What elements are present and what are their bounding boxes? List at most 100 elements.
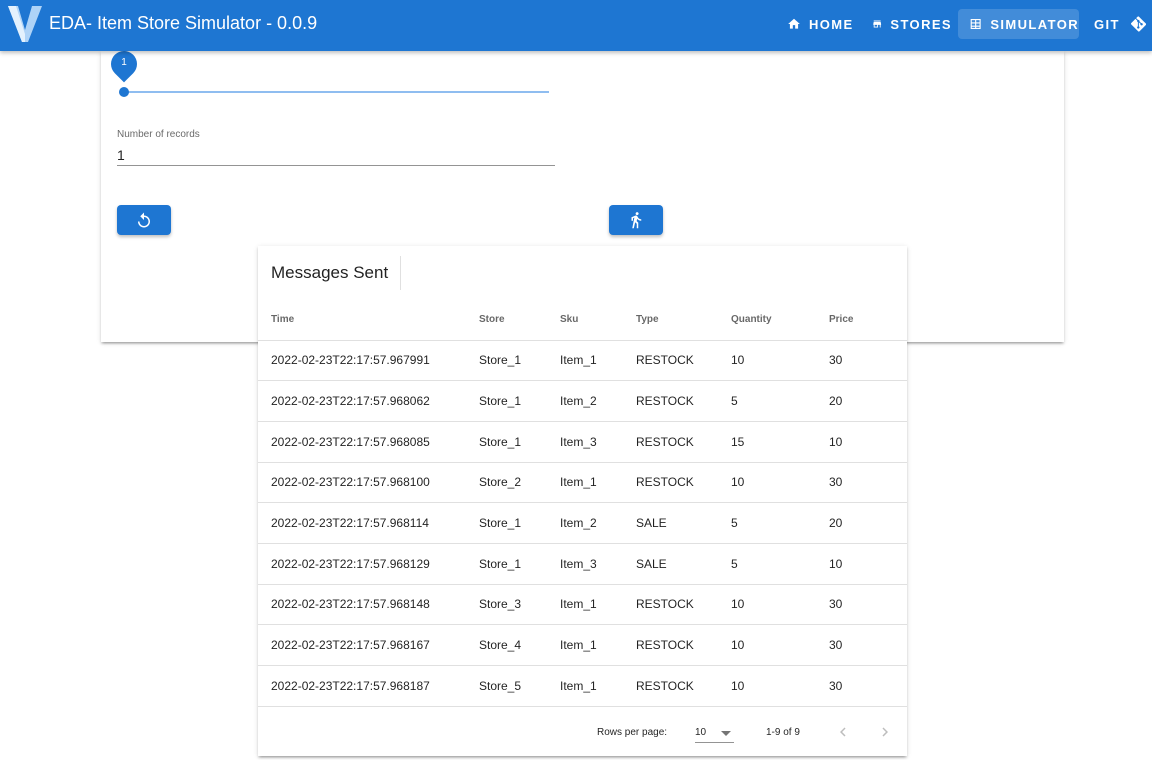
- cell-sku: Item_1: [560, 624, 636, 666]
- rows-per-page-value: 10: [695, 727, 707, 738]
- column-header-price[interactable]: Price: [829, 299, 907, 341]
- cell-sku: Item_1: [560, 665, 636, 707]
- nav-home-button[interactable]: HOME: [779, 9, 855, 39]
- records-slider-thumb[interactable]: [119, 87, 129, 97]
- cell-price: 20: [829, 380, 907, 422]
- run-simulation-button[interactable]: [609, 205, 663, 235]
- table-row[interactable]: 2022-02-23T22:17:57.968062 Store_1 Item_…: [258, 380, 907, 422]
- reset-button[interactable]: [117, 205, 171, 235]
- table-row[interactable]: 2022-02-23T22:17:57.968187 Store_5 Item_…: [258, 665, 907, 707]
- cell-store: Store_1: [479, 502, 560, 544]
- messages-table-card: Messages Sent Time Store Sku Type Quanti…: [258, 246, 907, 756]
- table-row[interactable]: 2022-02-23T22:17:57.968148 Store_3 Item_…: [258, 584, 907, 626]
- cell-quantity: 5: [731, 502, 829, 544]
- column-header-quantity[interactable]: Quantity: [731, 299, 829, 341]
- cell-time: 2022-02-23T22:17:57.968148: [258, 584, 479, 626]
- cell-sku: Item_1: [560, 340, 636, 382]
- nav-simulator-button[interactable]: SIMULATOR: [958, 9, 1079, 39]
- next-page-button[interactable]: [876, 723, 894, 741]
- cell-type: RESTOCK: [636, 584, 731, 626]
- cell-price: 20: [829, 502, 907, 544]
- cell-store: Store_1: [479, 380, 560, 422]
- column-header-time[interactable]: Time: [258, 299, 479, 341]
- cell-time: 2022-02-23T22:17:57.968062: [258, 380, 479, 422]
- cell-store: Store_4: [479, 624, 560, 666]
- cell-time: 2022-02-23T22:17:57.968129: [258, 543, 479, 585]
- records-input[interactable]: [117, 144, 555, 166]
- cell-sku: Item_3: [560, 421, 636, 463]
- cell-quantity: 5: [731, 543, 829, 585]
- app-title: EDA- Item Store Simulator - 0.0.9: [49, 13, 318, 33]
- cell-sku: Item_2: [560, 502, 636, 544]
- cell-type: RESTOCK: [636, 421, 731, 463]
- cell-type: RESTOCK: [636, 665, 731, 707]
- table-row[interactable]: 2022-02-23T22:17:57.968085 Store_1 Item_…: [258, 421, 907, 463]
- cell-price: 30: [829, 624, 907, 666]
- column-header-type[interactable]: Type: [636, 299, 731, 341]
- nav-stores-button[interactable]: STORES: [864, 9, 952, 39]
- slider-value-label: 1: [121, 57, 127, 68]
- cell-time: 2022-02-23T22:17:57.968085: [258, 421, 479, 463]
- cell-price: 30: [829, 584, 907, 626]
- table-row[interactable]: 2022-02-23T22:17:57.967991 Store_1 Item_…: [258, 340, 907, 382]
- cell-store: Store_3: [479, 584, 560, 626]
- previous-page-button[interactable]: [834, 723, 852, 741]
- table-row[interactable]: 2022-02-23T22:17:57.968100 Store_2 Item_…: [258, 462, 907, 504]
- cell-store: Store_5: [479, 665, 560, 707]
- table-icon: [970, 19, 981, 29]
- chevron-left-icon: [840, 727, 846, 737]
- cell-time: 2022-02-23T22:17:57.967991: [258, 340, 479, 382]
- cell-store: Store_2: [479, 462, 560, 504]
- app-bar: EDA- Item Store Simulator - 0.0.9 HOME S…: [0, 0, 1152, 51]
- table-row[interactable]: 2022-02-23T22:17:57.968129 Store_1 Item_…: [258, 543, 907, 585]
- column-header-store[interactable]: Store: [479, 299, 560, 341]
- cell-quantity: 10: [731, 584, 829, 626]
- cell-type: RESTOCK: [636, 462, 731, 504]
- records-slider-track[interactable]: [124, 91, 549, 93]
- cell-price: 10: [829, 421, 907, 463]
- cell-quantity: 10: [731, 665, 829, 707]
- table-row[interactable]: 2022-02-23T22:17:57.968114 Store_1 Item_…: [258, 502, 907, 544]
- nav-simulator-label: SIMULATOR: [990, 16, 1079, 32]
- cell-price: 10: [829, 543, 907, 585]
- cell-quantity: 10: [731, 462, 829, 504]
- title-divider: [400, 256, 401, 290]
- store-icon: [873, 20, 882, 28]
- run-icon: [631, 212, 642, 229]
- cell-type: RESTOCK: [636, 380, 731, 422]
- cell-sku: Item_1: [560, 584, 636, 626]
- home-icon: [788, 18, 800, 29]
- table-header-row: Time Store Sku Type Quantity Price: [258, 299, 907, 341]
- cell-quantity: 5: [731, 380, 829, 422]
- cell-price: 30: [829, 340, 907, 382]
- nav-stores-label: STORES: [890, 16, 952, 32]
- cell-type: SALE: [636, 543, 731, 585]
- messages-title: Messages Sent: [271, 263, 389, 282]
- cell-type: RESTOCK: [636, 340, 731, 382]
- vuetify-logo-icon: [8, 6, 42, 42]
- table-row[interactable]: 2022-02-23T22:17:57.968167 Store_4 Item_…: [258, 624, 907, 666]
- cell-time: 2022-02-23T22:17:57.968167: [258, 624, 479, 666]
- nav-git-button[interactable]: GIT: [1086, 9, 1146, 39]
- rows-per-page-select[interactable]: 10: [695, 721, 734, 743]
- column-header-sku[interactable]: Sku: [560, 299, 636, 341]
- nav-git-label: GIT: [1094, 16, 1120, 32]
- cell-quantity: 10: [731, 340, 829, 382]
- cell-type: RESTOCK: [636, 624, 731, 666]
- cell-time: 2022-02-23T22:17:57.968114: [258, 502, 479, 544]
- git-icon: [1130, 16, 1146, 32]
- cell-price: 30: [829, 665, 907, 707]
- pagination-range: 1-9 of 9: [766, 727, 800, 738]
- cell-price: 30: [829, 462, 907, 504]
- cell-quantity: 10: [731, 624, 829, 666]
- refresh-icon: [138, 212, 150, 228]
- cell-sku: Item_3: [560, 543, 636, 585]
- cell-time: 2022-02-23T22:17:57.968187: [258, 665, 479, 707]
- records-field-label: Number of records: [117, 129, 200, 140]
- cell-time: 2022-02-23T22:17:57.968100: [258, 462, 479, 504]
- cell-sku: Item_1: [560, 462, 636, 504]
- cell-type: SALE: [636, 502, 731, 544]
- cell-store: Store_1: [479, 421, 560, 463]
- messages-table: Time Store Sku Type Quantity Price 2022-…: [258, 299, 907, 707]
- cell-sku: Item_2: [560, 380, 636, 422]
